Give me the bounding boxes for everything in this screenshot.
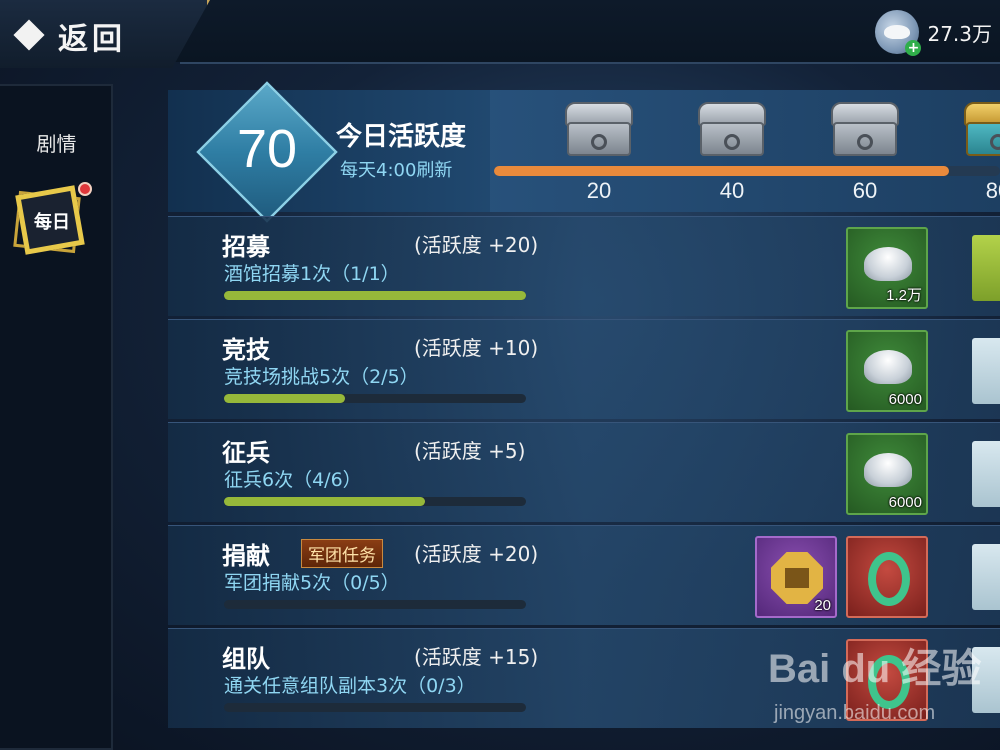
reward-item[interactable]: 6000 <box>846 330 928 412</box>
task-row: 捐献 军团任务 (活跃度 +20) 军团捐献5次（0/5） 20 <box>168 525 1000 625</box>
claim-button[interactable] <box>972 235 1000 301</box>
reward-count: 6000 <box>888 391 922 408</box>
milestone-label: 40 <box>719 178 745 203</box>
chest-icon[interactable] <box>563 100 635 158</box>
silver-ingot-icon <box>864 453 912 487</box>
sidebar-item-daily[interactable]: 每日 <box>12 182 92 260</box>
task-description: 征兵6次（4/6） <box>224 469 362 491</box>
task-name: 征兵 <box>222 439 270 467</box>
back-label: 返回 <box>58 22 126 57</box>
chest-icon[interactable] <box>829 100 901 158</box>
task-progress-bar <box>224 394 526 403</box>
task-points: (活跃度 +15) <box>414 645 539 669</box>
sidebar-item-label: 每日 <box>34 212 70 233</box>
task-progress-bar <box>224 600 526 609</box>
silver-ingot-icon <box>864 350 912 384</box>
watermark: Bai du 经验 jingyan.baidu.com <box>768 636 1000 750</box>
milestone-label: 80 <box>985 178 1000 203</box>
task-progress-fill <box>224 497 426 506</box>
activity-title: 今日活跃度 <box>336 122 467 152</box>
add-currency-icon[interactable]: + <box>905 40 922 56</box>
activity-score: 70 <box>236 119 298 179</box>
activity-refresh-note: 每天4:00刷新 <box>340 160 453 181</box>
task-points: (活跃度 +20) <box>414 233 539 257</box>
task-points: (活跃度 +10) <box>414 336 539 360</box>
task-progress-fill <box>224 394 345 403</box>
sidebar: 剧情 每日 <box>0 84 113 750</box>
task-name: 竞技 <box>222 336 270 364</box>
claim-button[interactable] <box>972 441 1000 507</box>
divider <box>180 62 1000 64</box>
milestone-label: 20 <box>586 178 612 203</box>
task-progress-bar <box>224 497 526 506</box>
notification-dot-icon <box>78 182 92 196</box>
task-points: (活跃度 +20) <box>414 542 539 566</box>
reward-item[interactable]: 6000 <box>846 433 928 515</box>
reward-count: 1.2万 <box>886 287 922 304</box>
task-description: 军团捐献5次（0/5） <box>224 572 400 594</box>
chest-icon[interactable] <box>696 100 768 158</box>
watermark-logo: Bai du 经验 <box>768 647 982 691</box>
reward-count: 20 <box>814 597 831 614</box>
jade-dragon-icon <box>868 552 910 606</box>
task-progress-bar <box>224 291 526 300</box>
reward-count: 6000 <box>888 494 922 511</box>
task-progress-fill <box>224 291 526 300</box>
task-name: 捐献 <box>222 542 270 570</box>
back-diamond-icon <box>13 19 45 51</box>
task-name: 招募 <box>222 233 270 261</box>
claim-button[interactable] <box>972 338 1000 404</box>
task-name: 组队 <box>222 645 270 673</box>
silver-ingot-icon <box>864 247 912 281</box>
task-row: 竞技 (活跃度 +10) 竞技场挑战5次（2/5） 6000 <box>168 319 1000 419</box>
task-description: 竞技场挑战5次（2/5） <box>224 366 419 388</box>
reward-item[interactable] <box>846 536 928 618</box>
reward-item[interactable]: 1.2万 <box>846 227 928 309</box>
task-points: (活跃度 +5) <box>414 439 526 463</box>
task-progress-bar <box>224 703 526 712</box>
claim-button[interactable] <box>972 544 1000 610</box>
task-row: 招募 (活跃度 +20) 酒馆招募1次（1/1） 1.2万 <box>168 216 1000 316</box>
sidebar-item-plot[interactable]: 剧情 <box>0 128 113 157</box>
currency-display[interactable]: + 27.3万 <box>875 10 992 56</box>
task-description: 通关任意组队副本3次（0/3） <box>224 675 476 697</box>
activity-progress-bar <box>494 166 1000 176</box>
watermark-url: jingyan.baidu.com <box>774 702 936 724</box>
gold-chest-icon[interactable] <box>962 100 1000 158</box>
activity-progress-fill <box>494 166 950 176</box>
legion-task-badge: 军团任务 <box>301 539 383 568</box>
silver-ingot-icon: + <box>875 10 922 56</box>
task-description: 酒馆招募1次（1/1） <box>224 263 400 285</box>
milestone-label: 60 <box>852 178 878 203</box>
task-row: 征兵 (活跃度 +5) 征兵6次（4/6） 6000 <box>168 422 1000 522</box>
reward-item[interactable]: 20 <box>755 536 837 618</box>
currency-value: 27.3万 <box>927 21 992 46</box>
